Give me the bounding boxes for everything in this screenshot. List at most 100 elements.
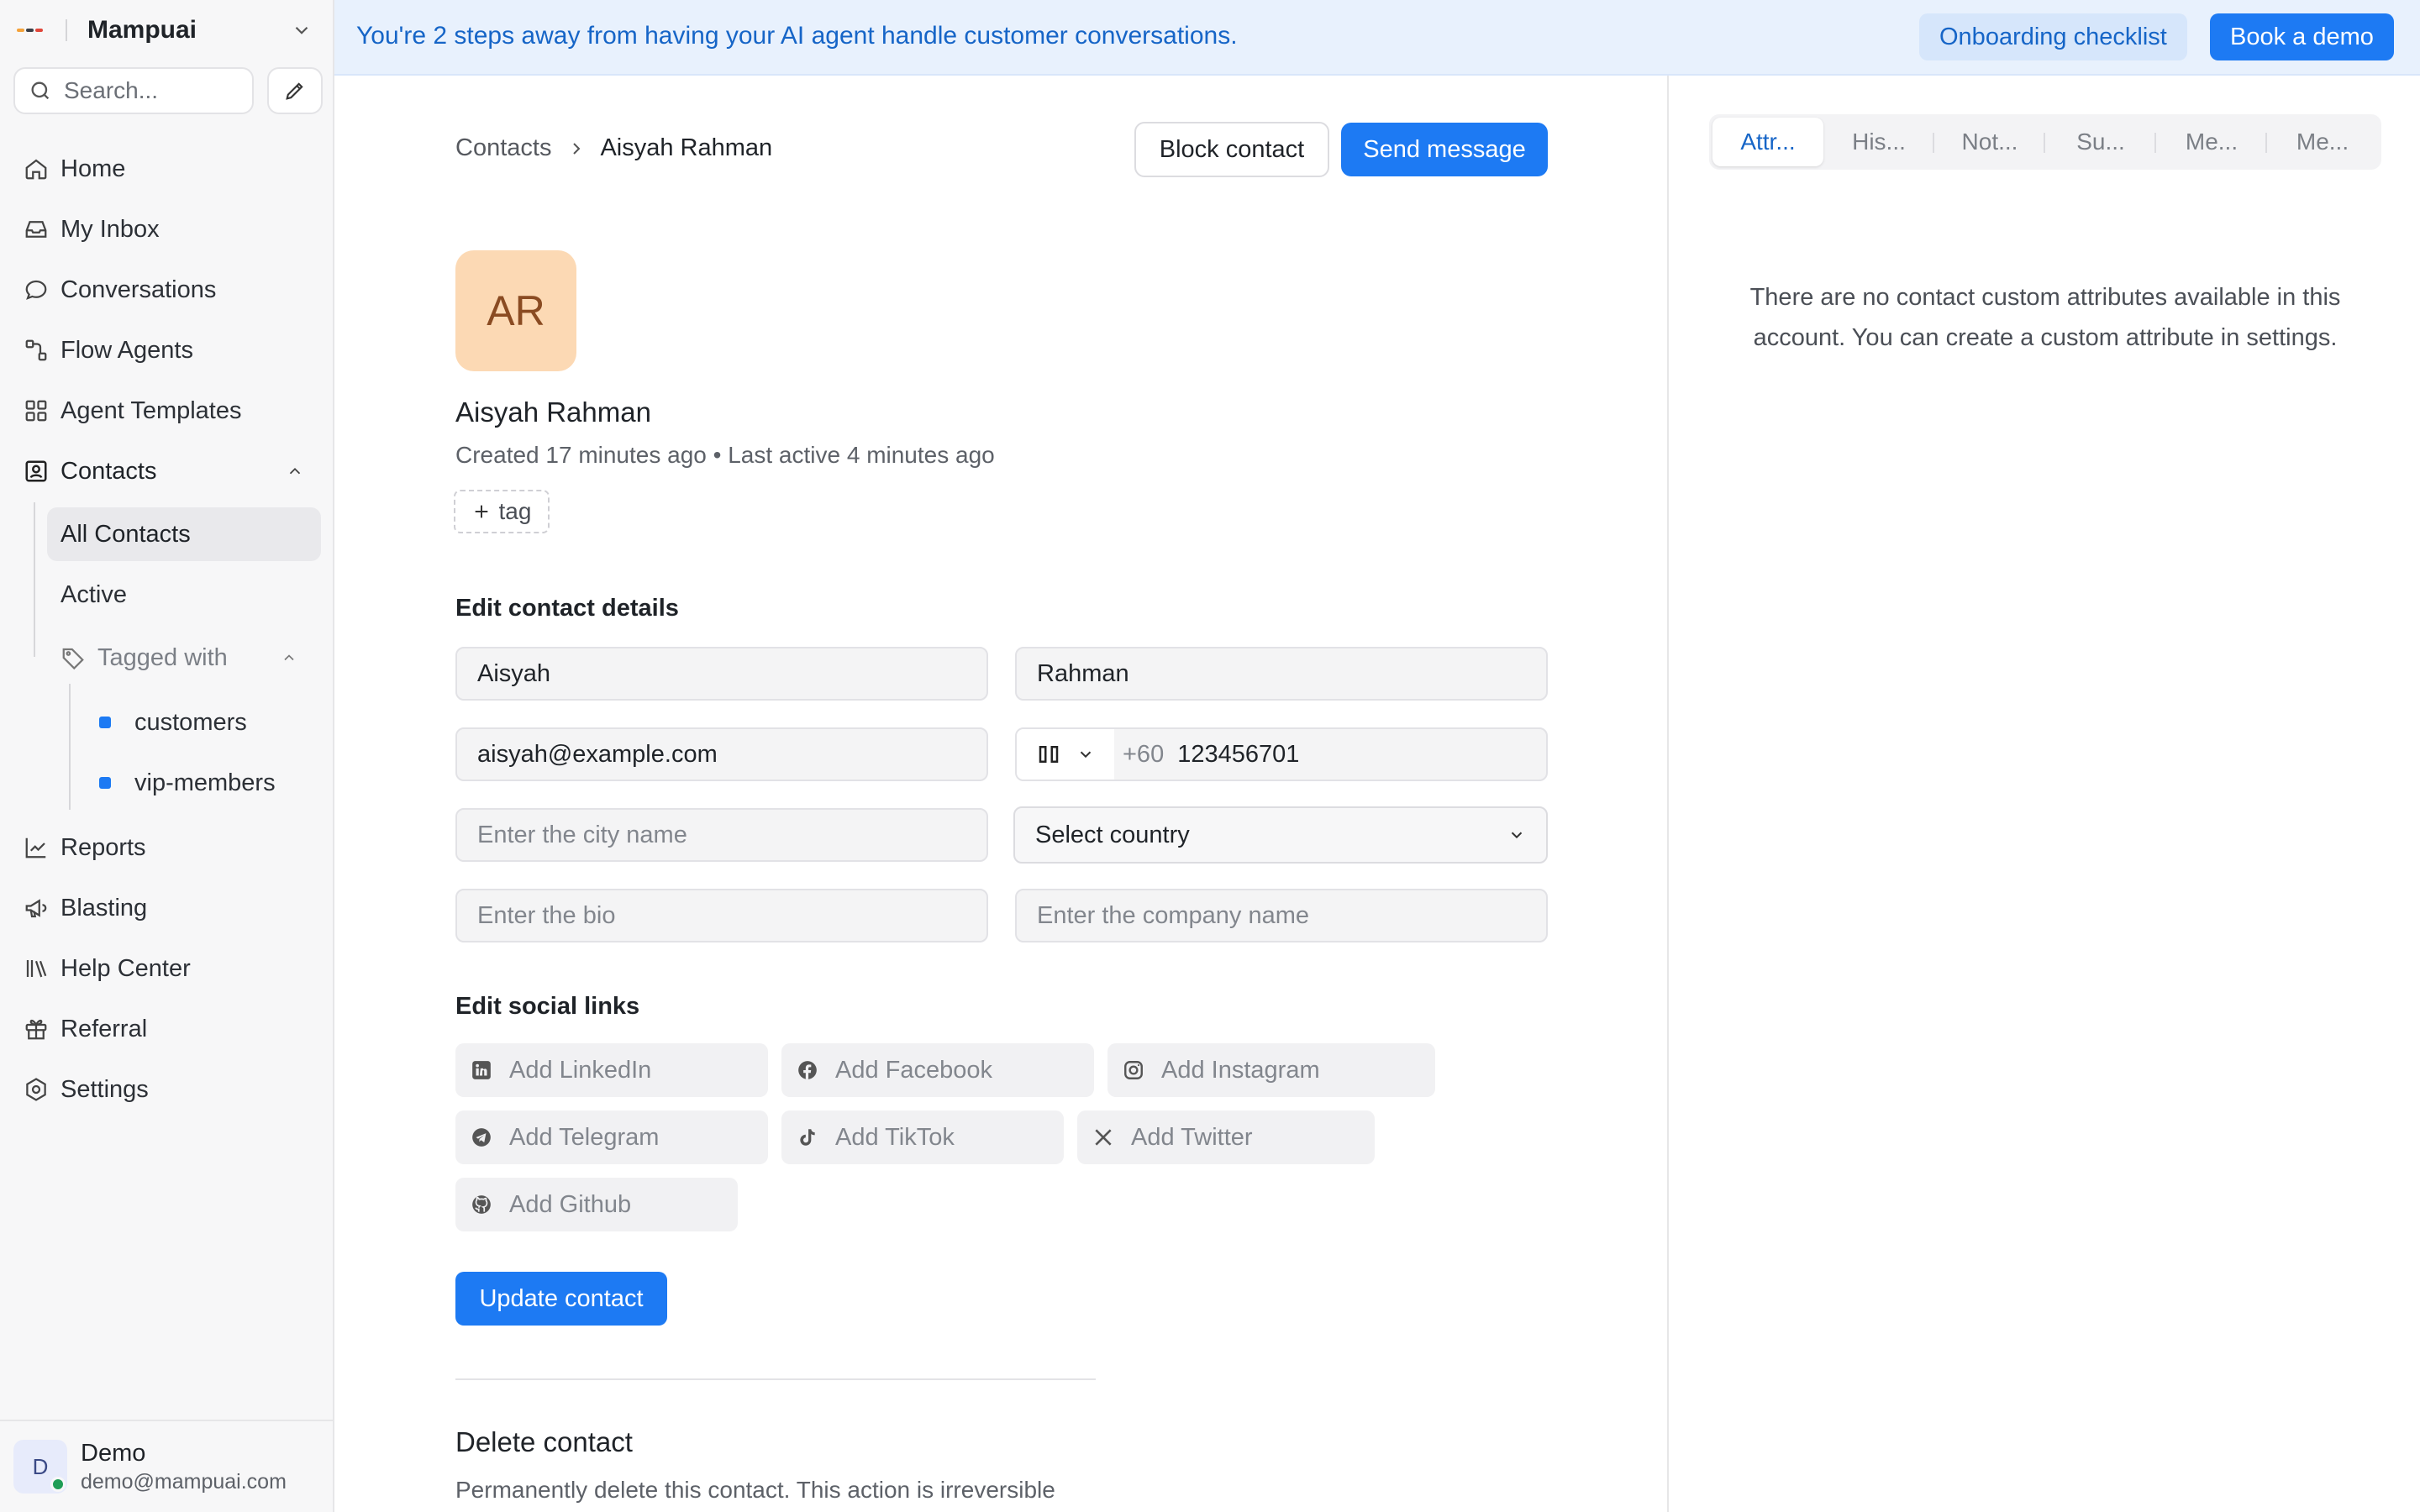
nav-help-center[interactable]: Help Center (24, 950, 191, 987)
nav-active-label: Active (60, 580, 127, 608)
chevron-up-icon (281, 649, 297, 666)
banner-message: You're 2 steps away from having your AI … (356, 22, 1238, 50)
telegram-input[interactable]: Add Telegram (455, 1110, 768, 1164)
nav-all-contacts[interactable]: All Contacts (47, 507, 321, 561)
tag-color-dot (99, 777, 111, 789)
workspace-name: Mampuai (87, 16, 197, 44)
nav-conversations-label: Conversations (60, 276, 217, 303)
nav-reports[interactable]: Reports (24, 829, 146, 866)
nav-settings[interactable]: Settings (24, 1071, 149, 1108)
tag-item-customers[interactable]: customers (99, 706, 247, 739)
nav-referral-label: Referral (60, 1015, 148, 1042)
add-tag-button[interactable]: tag (454, 490, 550, 533)
tag-item-vip-members[interactable]: vip-members (99, 766, 276, 800)
nav-flow-agents-label: Flow Agents (60, 336, 193, 364)
nav-help-center-label: Help Center (60, 954, 191, 982)
breadcrumb-contacts[interactable]: Contacts (455, 134, 551, 162)
x-twitter-icon (1092, 1126, 1131, 1148)
github-placeholder: Add Github (509, 1190, 632, 1218)
tab-notes[interactable]: Not... (1934, 118, 2045, 166)
city-field[interactable]: Enter the city name (455, 808, 988, 862)
tab-label: Attr... (1740, 129, 1796, 155)
phone-number: 123456701 (1177, 740, 1300, 768)
update-contact-button[interactable]: Update contact (455, 1272, 667, 1326)
twitter-input[interactable]: Add Twitter (1077, 1110, 1375, 1164)
nav-agent-templates[interactable]: Agent Templates (24, 392, 242, 429)
last-name-field[interactable]: Rahman (1015, 647, 1548, 701)
nav-home[interactable]: Home (24, 150, 125, 187)
nav-all-contacts-label: All Contacts (60, 520, 191, 548)
onboarding-checklist-button[interactable]: Onboarding checklist (1919, 13, 2187, 60)
tab-me-2[interactable]: Me... (2267, 118, 2378, 166)
linkedin-input[interactable]: Add LinkedIn (455, 1043, 768, 1097)
nav-blasting[interactable]: Blasting (24, 890, 147, 927)
tab-summary[interactable]: Su... (2045, 118, 2156, 166)
facebook-placeholder: Add Facebook (835, 1056, 993, 1084)
tree-line (69, 684, 71, 810)
breadcrumb-current: Aisyah Rahman (600, 134, 773, 161)
bio-field[interactable]: Enter the bio (455, 889, 988, 942)
nav-blasting-label: Blasting (60, 894, 148, 921)
chevron-down-icon (1076, 745, 1095, 764)
country-select[interactable]: Select country (1013, 806, 1548, 864)
tag-label: customers (134, 708, 247, 736)
user-profile[interactable]: D Demo demo@mampuai.com (0, 1420, 334, 1512)
github-icon (471, 1194, 509, 1215)
chevron-down-icon (1507, 826, 1526, 844)
contact-avatar: AR (455, 250, 576, 371)
search-input[interactable]: Search... (13, 67, 254, 114)
chart-line-icon (24, 835, 60, 860)
tiktok-icon (797, 1126, 835, 1148)
email-field[interactable]: aisyah@example.com (455, 727, 988, 781)
tab-me-1[interactable]: Me... (2156, 118, 2267, 166)
tab-label: His... (1852, 129, 1906, 155)
nav-conversations[interactable]: Conversations (24, 271, 216, 308)
nav-active[interactable]: Active (60, 578, 127, 612)
phone-field[interactable]: +60 123456701 (1015, 727, 1548, 781)
send-message-button[interactable]: Send message (1341, 123, 1548, 176)
nav-home-label: Home (60, 155, 126, 182)
divider (66, 19, 67, 41)
block-contact-button[interactable]: Block contact (1134, 122, 1329, 177)
nav-referral[interactable]: Referral (24, 1011, 147, 1047)
country-select-value: Select country (1035, 821, 1190, 848)
contact-activity-meta: Created 17 minutes ago • Last active 4 m… (455, 442, 995, 468)
compose-button[interactable] (267, 67, 323, 114)
megaphone-icon (24, 895, 60, 921)
company-field[interactable]: Enter the company name (1015, 889, 1548, 942)
tree-line (34, 502, 35, 657)
sidebar: Mampuai Search... Home My Inbox Conversa… (0, 0, 334, 1512)
gift-icon (24, 1016, 60, 1042)
instagram-input[interactable]: Add Instagram (1107, 1043, 1435, 1097)
delete-contact-description: Permanently delete this contact. This ac… (455, 1477, 1055, 1503)
nav-flow-agents[interactable]: Flow Agents (24, 332, 193, 369)
tab-attributes[interactable]: Attr... (1712, 118, 1823, 166)
tab-history[interactable]: His... (1823, 118, 1934, 166)
facebook-input[interactable]: Add Facebook (781, 1043, 1094, 1097)
country-code-selector[interactable] (1017, 729, 1114, 780)
pencil-icon (283, 79, 307, 102)
github-input[interactable]: Add Github (455, 1178, 738, 1231)
tiktok-input[interactable]: Add TikTok (781, 1110, 1064, 1164)
phone-country-code: +60 (1123, 740, 1165, 768)
tag-icon (60, 645, 86, 670)
instagram-placeholder: Add Instagram (1161, 1056, 1320, 1084)
nav-tagged-with[interactable]: Tagged with (60, 641, 297, 675)
library-icon (24, 956, 60, 981)
twitter-placeholder: Add Twitter (1131, 1123, 1253, 1151)
inbox-icon (24, 217, 60, 242)
first-name-field[interactable]: Aisyah (455, 647, 988, 701)
workspace-switcher[interactable]: Mampuai (17, 12, 319, 49)
divider (455, 1378, 1096, 1380)
nav-my-inbox[interactable]: My Inbox (24, 211, 160, 248)
grid-icon (24, 398, 60, 423)
nav-settings-label: Settings (60, 1075, 149, 1103)
flow-icon (24, 338, 60, 363)
nav-contacts[interactable]: Contacts (24, 453, 316, 490)
tab-label: Not... (1961, 129, 2018, 155)
book-demo-button[interactable]: Book a demo (2210, 13, 2394, 60)
nav-contacts-label: Contacts (60, 457, 157, 485)
user-email: demo@mampuai.com (81, 1470, 287, 1494)
add-tag-label: tag (498, 498, 532, 524)
tab-label: Me... (2185, 129, 2238, 155)
